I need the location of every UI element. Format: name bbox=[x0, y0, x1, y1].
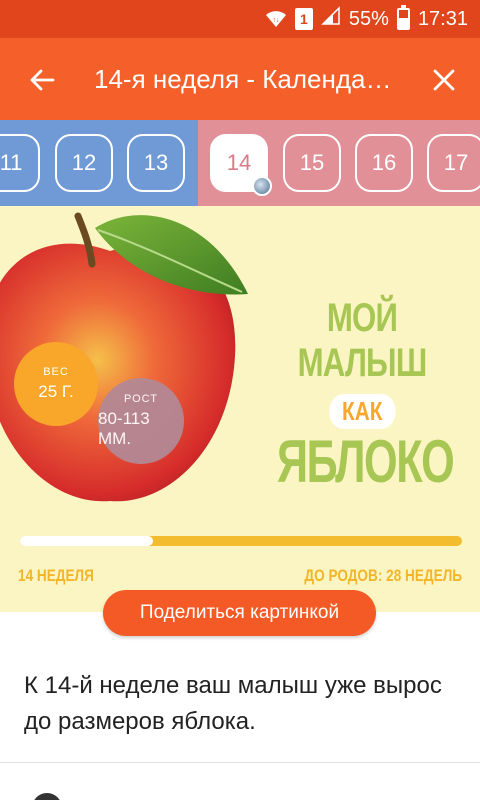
svg-text:↑↓: ↑↓ bbox=[272, 17, 279, 24]
wifi-icon: ↑↓ bbox=[265, 10, 287, 28]
close-button[interactable] bbox=[424, 60, 464, 100]
weight-badge: Вес 25 г. bbox=[14, 342, 98, 426]
weight-label: Вес bbox=[43, 366, 69, 378]
headline-line1: Мой малыш bbox=[297, 296, 428, 385]
battery-percent: 55% bbox=[348, 7, 389, 30]
section-icon bbox=[32, 793, 62, 800]
headline-line3: Яблоко bbox=[277, 428, 455, 495]
week-description: К 14-й неделе ваш малыш уже вырос до раз… bbox=[24, 672, 442, 735]
height-label: Рост bbox=[124, 393, 158, 405]
week-button[interactable]: 13 bbox=[127, 134, 185, 192]
pregnancy-progress bbox=[20, 536, 462, 546]
height-badge: Рост 80-113 мм. bbox=[98, 378, 184, 464]
close-icon bbox=[433, 69, 455, 91]
headline-line2: как bbox=[328, 394, 395, 429]
sim-icon: 1 bbox=[294, 8, 313, 30]
signal-icon bbox=[321, 6, 341, 32]
week-illustration: Вес 25 г. Рост 80-113 мм. Мой малыш как … bbox=[0, 206, 480, 612]
progress-fill bbox=[20, 536, 153, 546]
week-number: 14 bbox=[226, 150, 252, 175]
height-value: 80-113 мм. bbox=[98, 409, 150, 448]
avatar bbox=[252, 176, 272, 196]
status-bar: ↑↓ 1 55% 17:31 bbox=[0, 0, 480, 38]
weight-value: 25 г. bbox=[38, 382, 74, 401]
size-comparison: Мой малыш как Яблоко bbox=[244, 296, 480, 496]
week-button[interactable]: 12 bbox=[55, 134, 113, 192]
arrow-left-icon bbox=[30, 69, 55, 91]
week-button[interactable]: 16 bbox=[355, 134, 413, 192]
status-indicators: ↑↓ 1 55% 17:31 bbox=[265, 0, 468, 38]
week-button[interactable]: 15 bbox=[283, 134, 341, 192]
back-button[interactable] bbox=[22, 60, 62, 100]
next-section-row[interactable] bbox=[0, 763, 480, 800]
current-week-label: 14 неделя bbox=[18, 566, 94, 585]
app-bar: 14-я неделя - Календарь беременности bbox=[0, 38, 480, 120]
page-title: 14-я неделя - Календарь беременности bbox=[94, 64, 394, 94]
battery-icon bbox=[396, 5, 410, 30]
weeks-remaining-label: До родов: 28 недель bbox=[304, 566, 462, 585]
week-button[interactable]: 17 bbox=[427, 134, 480, 192]
week-button[interactable]: 11 bbox=[0, 134, 40, 192]
week-selector[interactable]: 11 12 13 14 15 16 17 bbox=[0, 120, 480, 206]
share-image-button[interactable]: Поделиться картинкой bbox=[103, 590, 376, 636]
clock: 17:31 bbox=[417, 7, 468, 30]
week-button-selected[interactable]: 14 bbox=[210, 134, 272, 196]
